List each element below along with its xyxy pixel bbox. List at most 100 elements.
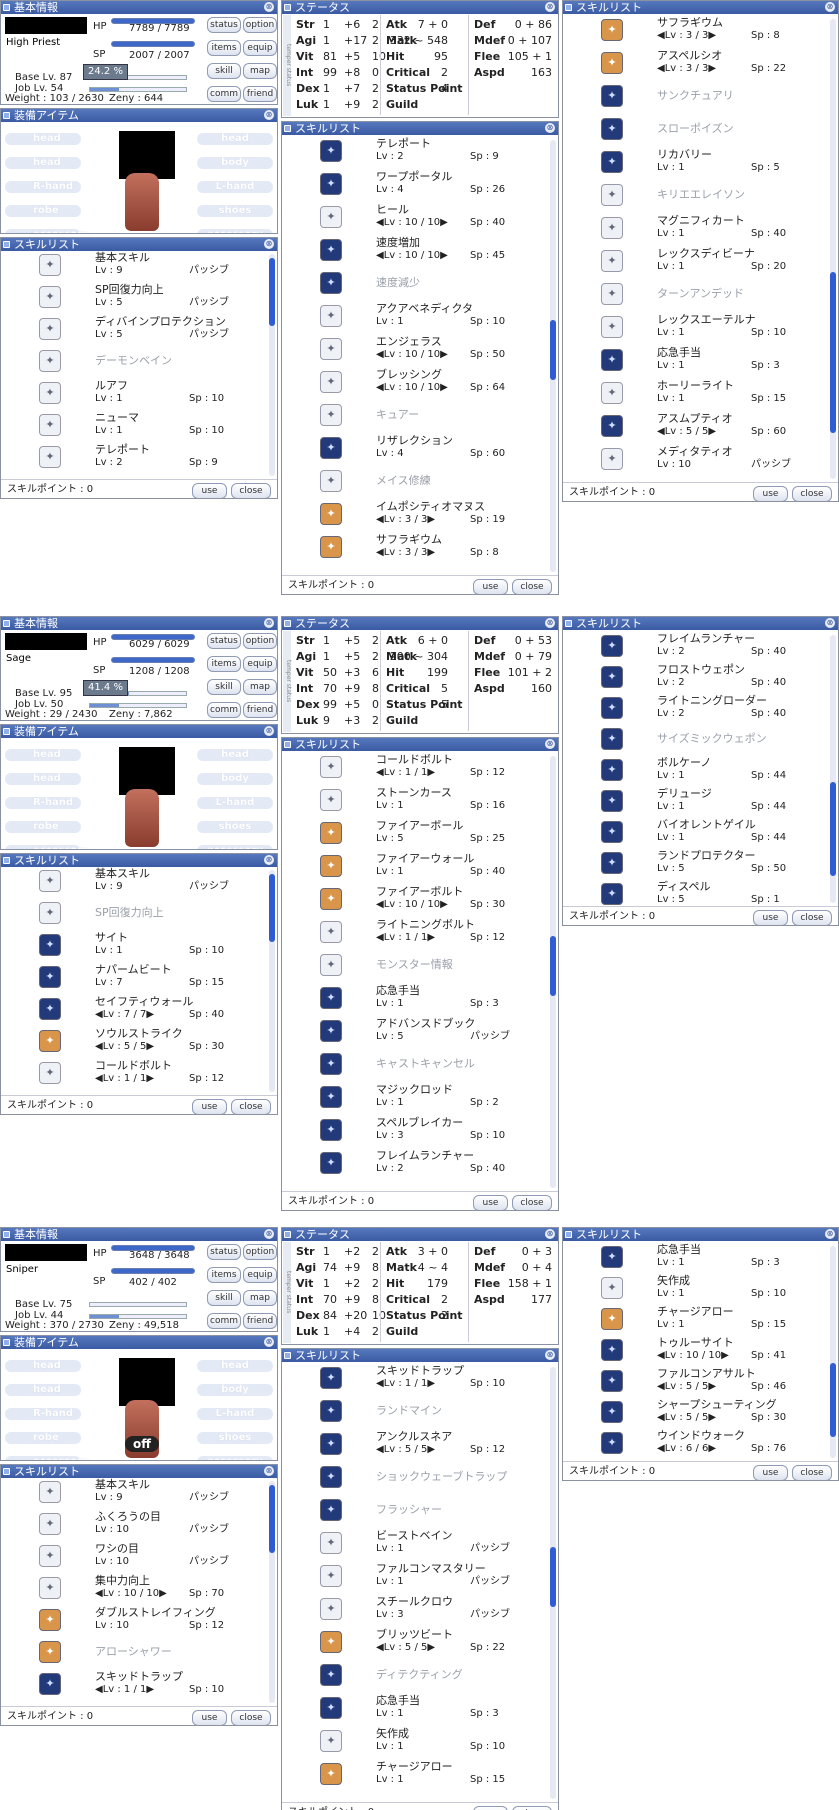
skill-row[interactable]: ✦ ディテクティング — [320, 1662, 520, 1691]
skill-row[interactable]: ✦ ソウルストライク ◀Lv : 5 / 5▶ Sp : 30 — [39, 1027, 239, 1057]
skill-row[interactable]: ✦ ボルケーノ Lv : 1 Sp : 44 — [601, 756, 801, 786]
stat-cost[interactable]: 2 — [372, 714, 379, 728]
map-button[interactable]: map — [243, 679, 277, 695]
skill-level-stepper[interactable]: ◀Lv : 10 / 10▶ — [376, 250, 448, 262]
close-button[interactable]: close — [512, 1806, 552, 1810]
robe-slot[interactable]: robe — [5, 1432, 81, 1444]
temper-status-tab[interactable]: temper status — [283, 1242, 292, 1343]
increase-level-icon[interactable]: ▶ — [440, 349, 448, 360]
window-titlebar[interactable]: スキルリスト ⊗ — [1, 854, 277, 867]
skill-row[interactable]: ✦ コールドボルト ◀Lv : 1 / 1▶ Sp : 12 — [320, 753, 520, 783]
head-low-slot[interactable]: head — [197, 749, 273, 761]
stat-cost[interactable]: 10 — [372, 1309, 386, 1323]
decrease-level-icon[interactable]: ◀ — [376, 1642, 384, 1653]
skill-row[interactable]: ✦ キュアー — [320, 402, 520, 431]
status-button[interactable]: status — [207, 633, 241, 649]
stat-cost[interactable]: 2 — [372, 1277, 379, 1291]
skill-level-stepper[interactable]: ◀Lv : 10 / 10▶ — [95, 1588, 167, 1600]
skill-row[interactable]: ✦ ストーンカース Lv : 1 Sp : 16 — [320, 786, 520, 816]
increase-level-icon[interactable]: ▶ — [427, 547, 435, 558]
decrease-level-icon[interactable]: ◀ — [376, 547, 384, 558]
scrollbar-thumb[interactable] — [269, 258, 275, 326]
skill-row[interactable]: ✦ ファルコンマスタリー Lv : 1 パッシブ — [320, 1562, 520, 1592]
decrease-level-icon[interactable]: ◀ — [376, 349, 384, 360]
skill-level-stepper[interactable]: ◀Lv : 1 / 1▶ — [376, 1378, 435, 1390]
skill-level-stepper[interactable]: ◀Lv : 3 / 3▶ — [657, 30, 716, 42]
increase-level-icon[interactable]: ▶ — [427, 514, 435, 525]
stat-cost[interactable]: 2 — [372, 650, 379, 664]
stat-cost[interactable]: 8 — [372, 682, 379, 696]
skill-row[interactable]: ✦ サイズミックウェポン — [601, 726, 801, 755]
skill-row[interactable]: ✦ 集中力向上 ◀Lv : 10 / 10▶ Sp : 70 — [39, 1574, 239, 1604]
friend-button[interactable]: friend — [243, 702, 277, 718]
window-titlebar[interactable]: スキルリスト ⊗ — [282, 1349, 558, 1362]
accessory-right-slot[interactable]: accessory — [197, 1456, 273, 1460]
close-window-icon[interactable]: ⊗ — [545, 1350, 555, 1360]
skill-row[interactable]: ✦ ふくろうの目 Lv : 10 パッシブ — [39, 1510, 239, 1540]
stat-cost[interactable]: 2 — [372, 634, 379, 648]
decrease-level-icon[interactable]: ◀ — [376, 382, 384, 393]
skill-row[interactable]: ✦ ファイアーウォール Lv : 1 Sp : 40 — [320, 852, 520, 882]
body-slot[interactable]: body — [197, 773, 273, 785]
skill-row[interactable]: ✦ アローシャワー — [39, 1639, 239, 1668]
option-button[interactable]: option — [243, 17, 277, 33]
increase-level-icon[interactable]: ▶ — [146, 1009, 154, 1020]
body-slot[interactable]: body — [197, 157, 273, 169]
items-button[interactable]: items — [207, 656, 241, 672]
use-button[interactable]: use — [753, 1465, 788, 1480]
skill-row[interactable]: ✦ コールドボルト ◀Lv : 1 / 1▶ Sp : 12 — [39, 1059, 239, 1089]
skill-row[interactable]: ✦ レックスディビーナ Lv : 1 Sp : 20 — [601, 247, 801, 277]
skill-row[interactable]: ✦ メイス修練 — [320, 468, 520, 497]
scrollbar-thumb[interactable] — [550, 1547, 556, 1607]
stat-cost[interactable]: 10 — [372, 50, 386, 64]
skill-level-stepper[interactable]: ◀Lv : 1 / 1▶ — [95, 1684, 154, 1696]
skill-row[interactable]: ✦ キリエエレイソン — [601, 182, 801, 211]
skill-row[interactable]: ✦ 応急手当 Lv : 1 Sp : 3 — [601, 346, 801, 376]
increase-level-icon[interactable]: ▶ — [427, 767, 435, 778]
skill-button[interactable]: skill — [207, 63, 241, 79]
skill-level-stepper[interactable]: ◀Lv : 5 / 5▶ — [95, 1041, 154, 1053]
items-button[interactable]: items — [207, 1267, 241, 1283]
robe-slot[interactable]: robe — [5, 821, 81, 833]
skill-row[interactable]: ✦ チャージアロー Lv : 1 Sp : 15 — [320, 1760, 520, 1790]
map-button[interactable]: map — [243, 63, 277, 79]
skill-row[interactable]: ✦ 速度減少 — [320, 270, 520, 299]
comm-button[interactable]: comm — [207, 86, 241, 102]
skill-level-stepper[interactable]: ◀Lv : 6 / 6▶ — [657, 1443, 716, 1455]
skill-row[interactable]: ✦ チャージアロー Lv : 1 Sp : 15 — [601, 1305, 801, 1335]
skill-row[interactable]: ✦ 速度増加 ◀Lv : 10 / 10▶ Sp : 45 — [320, 236, 520, 266]
skill-row[interactable]: ✦ ブレッシング ◀Lv : 10 / 10▶ Sp : 64 — [320, 368, 520, 398]
decrease-level-icon[interactable]: ◀ — [376, 932, 384, 943]
increase-level-icon[interactable]: ▶ — [708, 1412, 716, 1423]
comm-button[interactable]: comm — [207, 1313, 241, 1329]
skill-row[interactable]: ✦ キャストキャンセル — [320, 1051, 520, 1080]
temper-status-tab[interactable]: temper status — [283, 15, 292, 116]
skill-row[interactable]: ✦ テレポート Lv : 2 Sp : 9 — [39, 443, 239, 473]
window-titlebar[interactable]: スキルリスト ⊗ — [563, 1, 838, 14]
comm-button[interactable]: comm — [207, 702, 241, 718]
skill-row[interactable]: ✦ アクアベネディクタ Lv : 1 Sp : 10 — [320, 302, 520, 332]
decrease-level-icon[interactable]: ◀ — [376, 767, 384, 778]
robe-slot[interactable]: robe — [5, 205, 81, 217]
window-titlebar[interactable]: 装備アイテム ⊗ — [1, 109, 277, 122]
temper-status-tab[interactable]: temper status — [283, 631, 292, 732]
skill-row[interactable]: ✦ リカバリー Lv : 1 Sp : 5 — [601, 148, 801, 178]
use-button[interactable]: use — [473, 579, 508, 594]
skill-level-stepper[interactable]: ◀Lv : 1 / 1▶ — [95, 1073, 154, 1085]
skill-row[interactable]: ✦ フラッシャー — [320, 1497, 520, 1526]
increase-level-icon[interactable]: ▶ — [708, 30, 716, 41]
right-hand-slot[interactable]: R-hand — [5, 1408, 81, 1420]
skill-row[interactable]: ✦ ナパームビート Lv : 7 Sp : 15 — [39, 963, 239, 993]
use-button[interactable]: use — [192, 1099, 227, 1114]
stat-cost[interactable]: 6 — [372, 666, 379, 680]
skill-row[interactable]: ✦ ワープポータル Lv : 4 Sp : 26 — [320, 170, 520, 200]
skill-row[interactable]: ✦ ファルコンアサルト ◀Lv : 5 / 5▶ Sp : 46 — [601, 1367, 801, 1397]
skill-row[interactable]: ✦ 応急手当 Lv : 1 Sp : 3 — [320, 1694, 520, 1724]
shoes-slot[interactable]: shoes — [197, 1432, 273, 1444]
use-button[interactable]: use — [753, 486, 788, 501]
skill-row[interactable]: ✦ スキッドトラップ ◀Lv : 1 / 1▶ Sp : 10 — [320, 1364, 520, 1394]
skill-button[interactable]: skill — [207, 1290, 241, 1306]
skill-level-stepper[interactable]: ◀Lv : 10 / 10▶ — [376, 349, 448, 361]
skill-row[interactable]: ✦ イムポシティオマヌス ◀Lv : 3 / 3▶ Sp : 19 — [320, 500, 520, 530]
window-titlebar[interactable]: ステータス ⊗ — [282, 617, 558, 630]
